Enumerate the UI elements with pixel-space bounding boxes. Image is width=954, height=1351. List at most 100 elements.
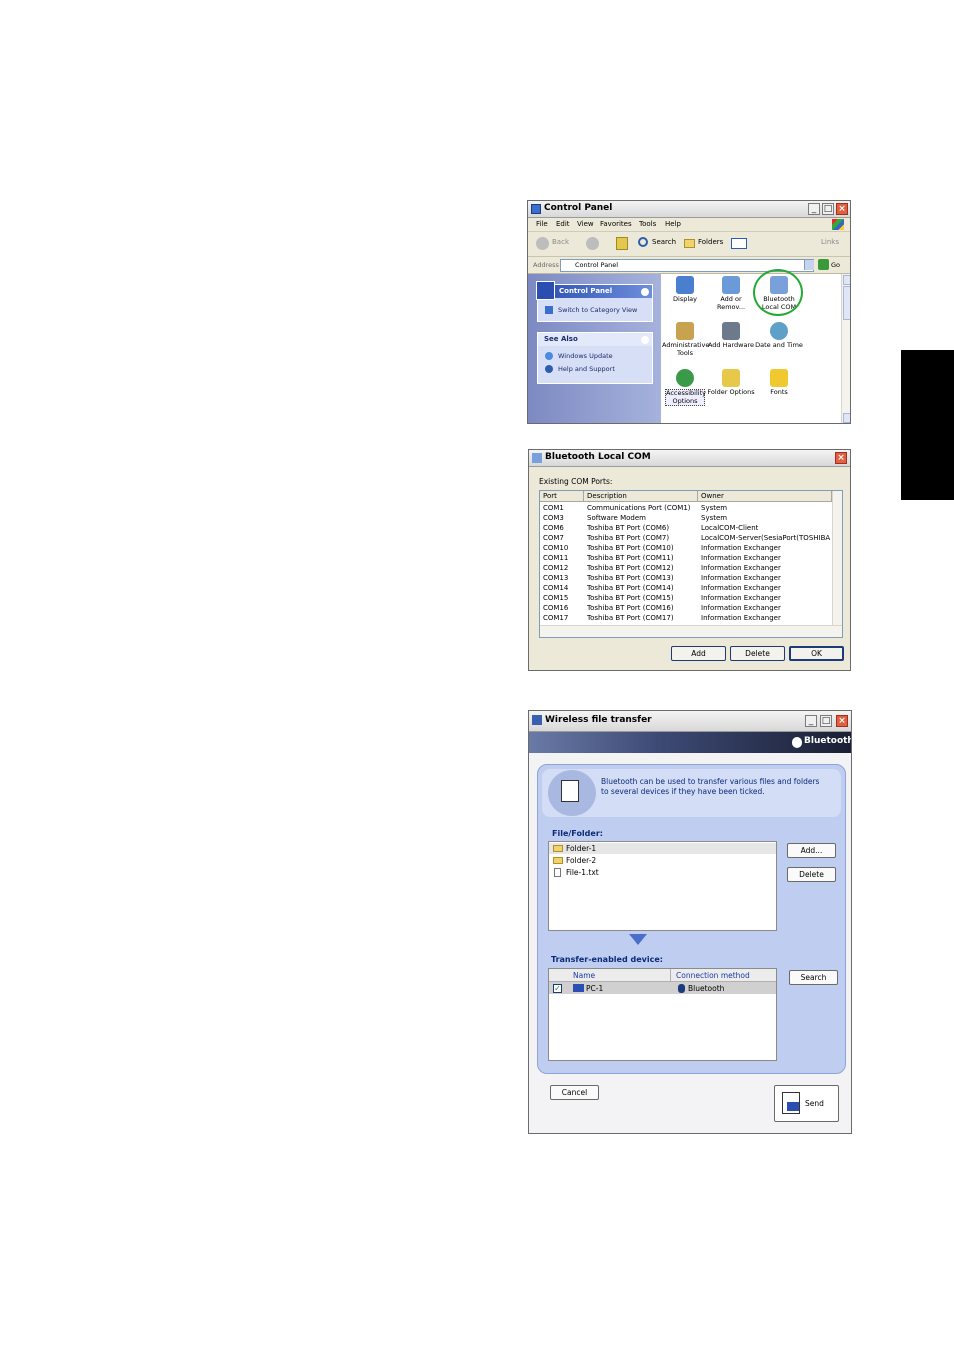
com-port-row[interactable]: COM15 Toshiba BT Port (COM15) Information … — [540, 593, 832, 603]
windows-update-link[interactable]: Windows Update — [558, 352, 613, 360]
scroll-up-arrow[interactable] — [843, 275, 850, 285]
com-port-row[interactable]: COM1 Communications Port (COM1) System — [540, 503, 832, 513]
menu-favorites[interactable]: Favorites — [600, 220, 632, 228]
views-icon[interactable] — [731, 238, 747, 249]
cell-port: COM17 — [543, 614, 569, 622]
collapse-chevron-icon[interactable] — [641, 336, 649, 344]
close-button[interactable]: × — [835, 452, 847, 464]
folders-icon[interactable] — [684, 239, 695, 248]
file-item-folder-1[interactable]: Folder-1 — [566, 844, 596, 853]
search-device-button[interactable]: Search — [789, 970, 838, 985]
date-and-time-item[interactable]: Date and Time — [755, 322, 803, 350]
display-item[interactable]: Display — [661, 276, 709, 304]
minimize-button[interactable]: _ — [808, 203, 820, 215]
column-name[interactable]: Name — [573, 971, 595, 980]
control-panel-window: Control Panel _ □ × File Edit View Favor… — [527, 200, 851, 424]
vertical-scrollbar[interactable] — [832, 491, 842, 625]
add-hardware-icon — [722, 322, 740, 340]
add-hardware-item[interactable]: Add Hardware — [707, 322, 755, 350]
pc-icon — [573, 984, 584, 992]
menu-file[interactable]: File — [536, 220, 548, 228]
cell-owner: Information Exchanger — [701, 574, 781, 582]
menu-tools[interactable]: Tools — [639, 220, 656, 228]
back-button[interactable]: Back — [552, 238, 569, 246]
menu-edit[interactable]: Edit — [556, 220, 570, 228]
scroll-thumb[interactable] — [843, 286, 850, 320]
cell-owner: Information Exchanger — [701, 544, 781, 552]
maximize-button[interactable]: □ — [820, 715, 832, 727]
com-ports-list[interactable]: Port Description Owner COM1 Communication… — [539, 490, 843, 638]
go-arrow-icon[interactable] — [818, 259, 829, 270]
close-button[interactable]: × — [836, 203, 848, 215]
forward-arrow-icon[interactable] — [586, 237, 599, 250]
com-port-row[interactable]: COM11 Toshiba BT Port (COM11) Information … — [540, 553, 832, 563]
menu-view[interactable]: View — [577, 220, 594, 228]
cell-description: Toshiba BT Port (COM17) — [587, 614, 674, 622]
cell-owner: System — [701, 514, 728, 522]
fonts-label: Fonts — [770, 388, 788, 396]
administrative-tools-item[interactable]: Administrative Tools — [661, 322, 709, 357]
cancel-button[interactable]: Cancel — [550, 1085, 599, 1100]
windows-logo-icon — [832, 219, 844, 230]
bluetooth-local-com-window: Bluetooth Local COM × Existing COM Ports… — [528, 449, 851, 671]
device-checkbox[interactable]: ✓ — [553, 984, 562, 993]
control-panel-large-icon — [536, 281, 555, 300]
com-port-row[interactable]: COM7 Toshiba BT Port (COM7) LocalCOM-Serve… — [540, 533, 832, 543]
maximize-button[interactable]: □ — [822, 203, 834, 215]
folder-options-item[interactable]: Folder Options — [707, 369, 755, 397]
up-folder-icon[interactable] — [616, 237, 628, 250]
com-port-row[interactable]: COM3 Software Modem System — [540, 513, 832, 523]
folders-button[interactable]: Folders — [698, 238, 723, 246]
links-label[interactable]: Links — [821, 238, 839, 246]
folder-options-icon — [722, 369, 740, 387]
fonts-item[interactable]: Fonts — [755, 369, 803, 397]
ok-button[interactable]: OK — [789, 646, 844, 661]
go-button[interactable]: Go — [831, 261, 840, 269]
com-port-row[interactable]: COM10 Toshiba BT Port (COM10) Information … — [540, 543, 832, 553]
column-connection-method[interactable]: Connection method — [676, 971, 750, 980]
column-owner[interactable]: Owner — [698, 491, 832, 502]
device-list[interactable]: Name Connection method ✓ PC-1 Bluetooth — [548, 968, 777, 1061]
address-dropdown-icon[interactable] — [804, 260, 814, 270]
vertical-scrollbar[interactable] — [841, 274, 850, 423]
transfer-app-icon — [532, 715, 542, 725]
cell-owner: LocalCOM-Server(SesiaPort(TOSHIBA — [701, 534, 831, 542]
horizontal-scrollbar[interactable] — [540, 625, 842, 637]
com-port-row[interactable]: COM17 Toshiba BT Port (COM17) Information … — [540, 613, 832, 623]
com-port-row[interactable]: COM16 Toshiba BT Port (COM16) Information … — [540, 603, 832, 613]
send-button[interactable]: Send — [774, 1085, 839, 1122]
accessibility-options-item[interactable]: Accessibility Options — [661, 369, 709, 406]
add-remove-item[interactable]: Add or Remov... — [707, 276, 755, 311]
brand-banner: Bluetooth — [529, 732, 851, 753]
add-file-button[interactable]: Add... — [787, 843, 836, 858]
search-icon[interactable] — [638, 237, 648, 247]
bluetooth-logo-icon — [792, 737, 802, 748]
file-list[interactable]: Folder-1 Folder-2 File-1.txt — [548, 841, 777, 931]
com-port-row[interactable]: COM13 Toshiba BT Port (COM13) Information … — [540, 573, 832, 583]
add-button[interactable]: Add — [671, 646, 726, 661]
search-button[interactable]: Search — [652, 238, 676, 246]
back-arrow-icon[interactable] — [536, 237, 549, 250]
com-port-row[interactable]: COM6 Toshiba BT Port (COM6) LocalCOM-Clien… — [540, 523, 832, 533]
com-port-row[interactable]: COM14 Toshiba BT Port (COM14) Information … — [540, 583, 832, 593]
file-item-folder-2[interactable]: Folder-2 — [566, 856, 596, 865]
column-port[interactable]: Port — [540, 491, 584, 502]
scroll-down-arrow[interactable] — [843, 413, 850, 423]
close-button[interactable]: × — [836, 715, 848, 727]
delete-file-button[interactable]: Delete — [787, 867, 836, 882]
down-arrow-icon — [629, 934, 647, 945]
menu-help[interactable]: Help — [665, 220, 681, 228]
file-item-file-1[interactable]: File-1.txt — [566, 868, 599, 877]
delete-button[interactable]: Delete — [730, 646, 785, 661]
help-and-support-link[interactable]: Help and Support — [558, 365, 615, 373]
cell-owner: Information Exchanger — [701, 604, 781, 612]
window-title: Wireless file transfer — [545, 715, 652, 725]
switch-category-view-link[interactable]: Switch to Category View — [558, 306, 637, 314]
column-description[interactable]: Description — [584, 491, 698, 502]
minimize-button[interactable]: _ — [805, 715, 817, 727]
address-bar: Address Control Panel Go — [528, 257, 850, 274]
collapse-chevron-icon[interactable] — [641, 288, 649, 296]
fonts-icon — [770, 369, 788, 387]
cell-description: Toshiba BT Port (COM10) — [587, 544, 674, 552]
com-port-row[interactable]: COM12 Toshiba BT Port (COM12) Information … — [540, 563, 832, 573]
